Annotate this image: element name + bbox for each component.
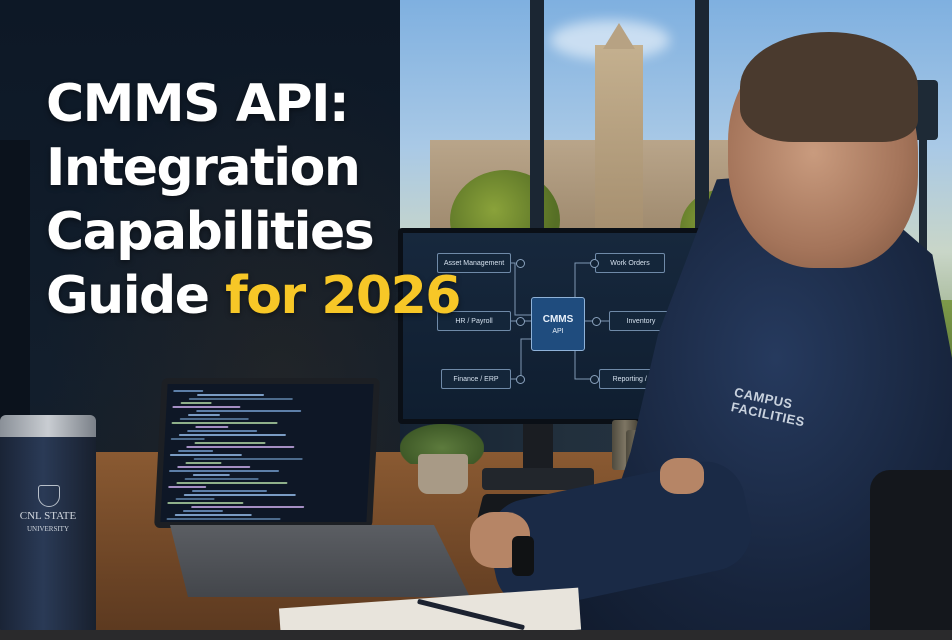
code-line: [191, 490, 268, 492]
code-line: [188, 398, 293, 400]
code-line: [192, 474, 230, 476]
code-line: [179, 418, 249, 420]
hero-photo: Asset Management Work Orders HR / Payrol…: [0, 0, 952, 640]
code-line: [171, 422, 278, 424]
crest-icon: [38, 485, 60, 507]
connector-icon: [592, 317, 601, 326]
code-line: [174, 514, 252, 516]
bottom-edge: [0, 630, 952, 640]
headline: CMMS API: Integration Capabilities Guide…: [46, 72, 461, 328]
clock-tower: [595, 45, 643, 245]
code-line: [166, 518, 281, 520]
code-line: [186, 446, 295, 448]
code-line: [193, 458, 303, 460]
office-chair: [870, 470, 952, 640]
code-line: [178, 450, 214, 452]
code-line: [170, 438, 205, 440]
code-line: [180, 402, 212, 404]
code-line: [176, 482, 288, 484]
code-line: [168, 486, 207, 488]
code-line: [184, 478, 259, 480]
person-hair: [740, 32, 918, 142]
connector-icon: [516, 375, 525, 384]
connector-icon: [590, 375, 599, 384]
code-line: [196, 410, 302, 412]
code-line: [167, 502, 244, 504]
hub-title: CMMS: [542, 313, 574, 325]
code-line: [172, 406, 241, 408]
code-line: [169, 454, 242, 456]
code-line: [173, 390, 204, 392]
connector-icon: [590, 259, 599, 268]
code-line: [187, 414, 221, 416]
laptop-code-screen: [160, 384, 374, 522]
code-line: [194, 442, 266, 444]
connector-icon: [516, 317, 525, 326]
link-finance-erp: [511, 338, 531, 380]
code-line: [191, 506, 305, 508]
connector-icon: [516, 259, 525, 268]
person-hand-on-mouse: [660, 458, 704, 494]
headline-line-2: Integration: [46, 138, 361, 198]
headline-line-4: Guide for 2026: [46, 264, 461, 328]
headline-line-3: Capabilities: [46, 202, 375, 262]
code-line: [183, 494, 296, 496]
cmms-api-hub: CMMS API: [531, 297, 585, 351]
tumbler-lid: [0, 415, 96, 437]
tumbler-print-line1: CNL STATE: [19, 510, 77, 522]
monitor-stand: [523, 424, 553, 474]
headline-year-accent: for 2026: [225, 266, 461, 326]
code-line: [195, 426, 229, 428]
code-line: [185, 462, 222, 464]
headline-guide: Guide: [46, 266, 210, 326]
laptop-lid: [154, 378, 380, 528]
code-line: [182, 510, 224, 512]
headline-line-1: CMMS API:: [46, 74, 350, 134]
code-line: [187, 430, 258, 432]
node-finance-erp: Finance / ERP: [441, 369, 511, 389]
laptop-keyboard-deck: [170, 525, 470, 597]
hub-subtitle: API: [552, 327, 564, 335]
code-line: [169, 470, 280, 472]
tumbler-print: CNL STATE UNIVERSITY: [0, 510, 96, 536]
code-line: [196, 394, 265, 396]
node-work-orders: Work Orders: [595, 253, 665, 273]
tumbler-print-line2: UNIVERSITY: [27, 525, 69, 533]
code-line: [175, 498, 215, 500]
code-line: [177, 466, 251, 468]
plant-pot: [418, 454, 468, 494]
code-line: [178, 434, 286, 436]
wristwatch-icon: [512, 536, 534, 576]
